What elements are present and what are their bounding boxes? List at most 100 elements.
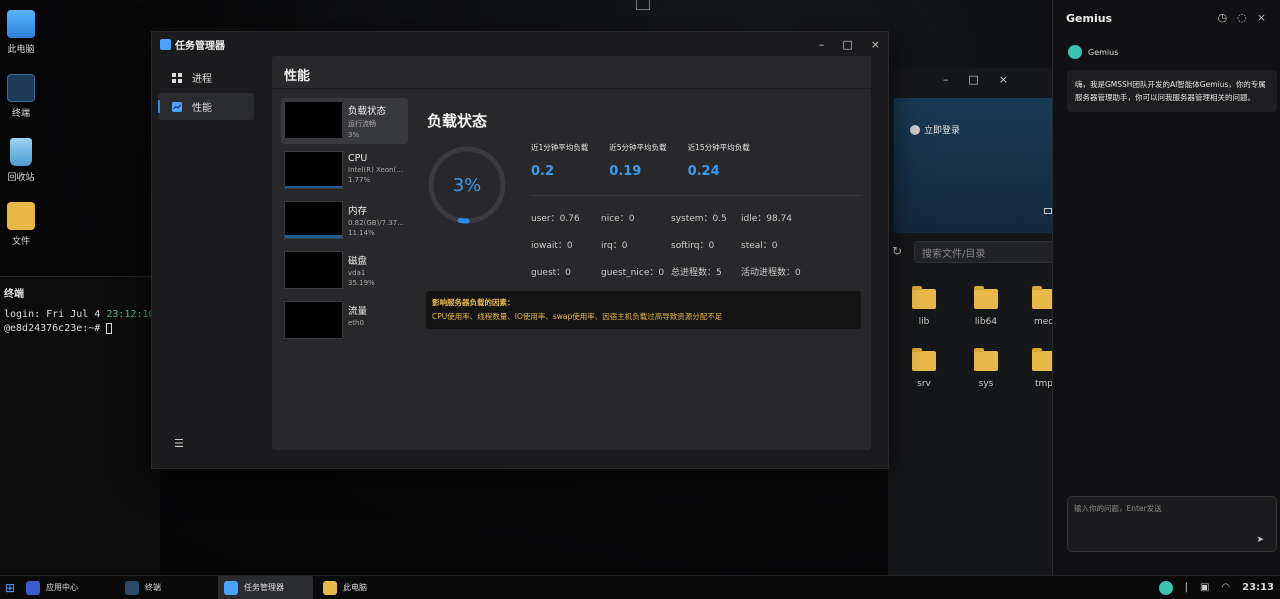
taskbar-item-task-manager[interactable]: 任务管理器 — [218, 575, 313, 599]
nav-item-processes[interactable]: 进程 — [158, 64, 254, 91]
card-sub: 0.82(GB)/7.37... — [348, 219, 404, 227]
card-name: 流量 — [348, 306, 368, 317]
history-icon[interactable]: ◷ — [1218, 11, 1228, 24]
chat-input-placeholder: 输入你的问题，Enter发送 — [1074, 504, 1162, 513]
nav-label: 性能 — [192, 103, 212, 114]
card-sub: Intel(R) Xeon(... — [348, 166, 403, 174]
card-value: 1.77% — [348, 176, 371, 184]
bot-message: 嗨，我是GMSSH团队开发的AI智能体Gemius，你的专属服务器管理助手，你可… — [1067, 70, 1277, 112]
folder-name: lib64 — [974, 317, 998, 327]
cursor — [106, 322, 113, 334]
titlebar[interactable]: 任务管理器 – □ × — [152, 32, 888, 56]
card-memory[interactable]: 内存 0.82(GB)/7.37... 11.14% — [281, 198, 408, 244]
window-controls: – □ × — [819, 38, 880, 51]
stat: idle：98.74 — [741, 214, 793, 224]
stat: user：0.76 — [531, 214, 580, 224]
close-icon[interactable]: × — [871, 38, 880, 51]
desktop-icon-recycle-bin[interactable]: 回收站 — [2, 138, 40, 183]
mini-graph — [284, 101, 343, 139]
login-button[interactable]: 立即登录 — [910, 123, 960, 136]
stat: system：0.5 — [671, 214, 727, 224]
taskbar-item-terminal[interactable]: 终端 — [119, 576, 214, 599]
file-manager-window[interactable]: – □ × 立即登录 ↻ 搜索文件/目录 lib lib64 med srv s… — [888, 68, 1060, 575]
load-5min: 近5分钟平均负载 0.19 — [609, 142, 666, 179]
folder-icon — [912, 286, 936, 309]
card-cpu[interactable]: CPU Intel(R) Xeon(... 1.77% — [281, 148, 408, 194]
card-name: 磁盘 — [348, 256, 368, 267]
chat-input[interactable]: 输入你的问题，Enter发送 ➤ — [1067, 496, 1277, 552]
nav-item-performance[interactable]: 性能 — [158, 93, 254, 120]
taskbar-label: 终端 — [145, 583, 161, 592]
clock: 23:13 — [1242, 582, 1274, 593]
terminal-icon — [7, 74, 35, 102]
card-sub: eth0 — [348, 319, 364, 327]
maximize-icon[interactable]: □ — [842, 38, 852, 51]
card-sub: 运行流畅 — [348, 120, 376, 128]
mini-graph — [284, 301, 343, 339]
bot-header: Gemius — [1068, 45, 1118, 59]
computer-icon — [7, 10, 35, 38]
folder-item[interactable]: sys — [961, 348, 1011, 389]
close-icon[interactable]: × — [1257, 11, 1266, 24]
stat: 活动进程数：0 — [741, 268, 801, 278]
card-info: 流量 eth0 — [348, 301, 405, 341]
performance-panel: 性能 负载状态 运行流畅 3% CPU Intel(R) Xeon(... 1.… — [272, 56, 871, 450]
terminal-prompt[interactable]: @e8d24376c23e:~# — [0, 322, 160, 336]
taskbar-item-app-center[interactable]: 应用中心 — [20, 576, 115, 599]
bot-name: Gemius — [1088, 47, 1119, 57]
card-disk[interactable]: 磁盘 vda1 35.19% — [281, 248, 408, 294]
terminal-window[interactable]: 终端 login: Fri Jul 4 23:12:10 @e8d24376c2… — [0, 276, 160, 576]
divider: | — [1184, 582, 1188, 593]
folder-item[interactable]: lib64 — [961, 286, 1011, 327]
load-gauge: 3% — [427, 145, 507, 225]
start-menu-icon[interactable]: ⊞ — [0, 576, 20, 599]
card-load[interactable]: 负载状态 运行流畅 3% — [281, 98, 408, 144]
chart-icon — [172, 101, 182, 112]
card-network[interactable]: 流量 eth0 — [281, 298, 408, 344]
stat: steal：0 — [741, 241, 778, 251]
monitor-icon[interactable]: ▣ — [1200, 582, 1209, 593]
taskbar-item-this-pc[interactable]: 此电脑 — [317, 576, 412, 599]
gemius-panel: Gemius ◷ ◌ × Gemius 嗨，我是GMSSH团队开发的AI智能体G… — [1052, 0, 1280, 575]
detail-title: 负载状态 — [427, 112, 488, 130]
desktop-icon-terminal[interactable]: 终端 — [2, 74, 40, 119]
gemius-icon[interactable] — [1158, 580, 1173, 595]
window-title: 任务管理器 — [175, 40, 225, 52]
panel-header: 性能 — [272, 56, 871, 89]
load-averages: 近1分钟平均负载 0.2 近5分钟平均负载 0.19 近15分钟平均负载 0.2… — [531, 142, 750, 179]
terminal-time: 23:12:10 — [106, 309, 155, 320]
resource-list: 负载状态 运行流畅 3% CPU Intel(R) Xeon(... 1.77%… — [281, 98, 408, 348]
cpu-stats: user：0.76 nice：0 system：0.5 idle：98.74 i… — [531, 211, 862, 292]
card-sub: vda1 — [348, 269, 366, 277]
notice-body: CPU使用率、线程数量、IO使用率、swap使用率、因宿主机负载过高导致资源分配… — [432, 312, 723, 321]
notice-title: 影响服务器负载的因素： — [432, 298, 515, 307]
new-chat-icon[interactable]: ◌ — [1237, 11, 1247, 24]
desktop-icon-label: 回收站 — [7, 173, 35, 183]
send-icon[interactable]: ➤ — [1256, 535, 1264, 545]
refresh-icon[interactable]: ↻ — [892, 244, 902, 258]
folder-item[interactable]: lib — [899, 286, 949, 327]
panel-icon[interactable] — [1044, 208, 1052, 214]
folder-name: srv — [917, 379, 931, 389]
load-value: 0.24 — [687, 164, 720, 179]
desktop-icon-files[interactable]: 文件 — [2, 202, 40, 247]
task-manager-icon — [224, 580, 238, 595]
desktop-icon-label: 终端 — [11, 109, 30, 119]
stats-row: guest：0 guest_nice：0 总进程数：5 活动进程数：0 — [531, 265, 862, 292]
stat: irq：0 — [601, 241, 628, 251]
mini-graph — [284, 151, 343, 189]
load-label: 近1分钟平均负载 — [531, 143, 589, 152]
graph-trace — [285, 186, 342, 188]
close-icon[interactable]: × — [999, 73, 1008, 86]
desktop-icon-computer[interactable]: 此电脑 — [2, 10, 40, 55]
search-input[interactable]: 搜索文件/目录 — [914, 241, 1054, 263]
minimize-icon[interactable]: – — [819, 38, 825, 51]
maximize-icon[interactable]: □ — [968, 73, 978, 86]
minimize-icon[interactable]: – — [943, 73, 949, 86]
menu-icon[interactable]: ☰ — [174, 437, 184, 450]
mini-graph — [284, 201, 343, 239]
screenshot-icon[interactable] — [636, 0, 650, 10]
headset-icon[interactable]: ◠ — [1221, 582, 1230, 593]
system-tray: | ▣ ◠ 23:13 — [1158, 580, 1280, 595]
folder-item[interactable]: srv — [899, 348, 949, 389]
